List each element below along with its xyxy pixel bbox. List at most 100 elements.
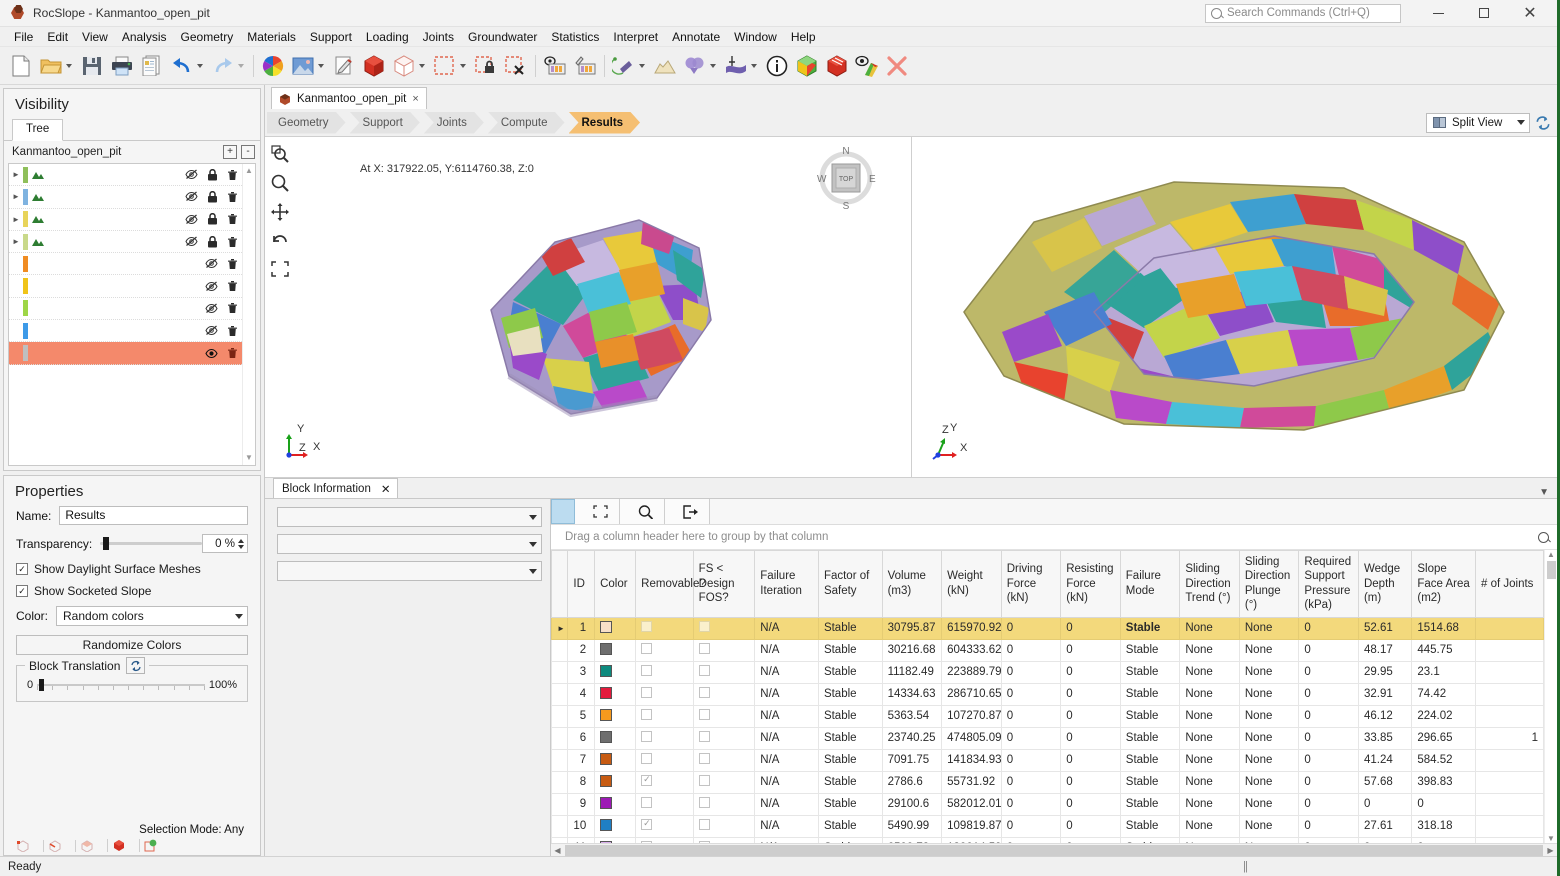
column-header[interactable]: FS < Design FOS? (693, 551, 755, 618)
row-indicator[interactable] (552, 705, 568, 727)
daylight-envelope-icon[interactable] (609, 50, 639, 82)
cell-removable-checkbox[interactable] (636, 727, 694, 749)
filter-select-visible-columns[interactable] (277, 507, 542, 527)
eye-hidden-icon[interactable] (185, 191, 198, 202)
open-file-icon[interactable] (36, 50, 66, 82)
scroll-down-icon[interactable]: ▼ (245, 451, 253, 465)
split-view-select[interactable]: Split View (1426, 113, 1530, 133)
table-row[interactable]: 8N/AStable2786.655731.9200StableNoneNone… (552, 771, 1544, 793)
pit-model-left[interactable] (265, 137, 911, 477)
viewport-left[interactable]: At X: 317922.05, Y:6114760.38, Z:0 TOP N… (265, 137, 912, 477)
visible-blocks-icon[interactable] (852, 50, 882, 82)
delete-icon[interactable] (227, 280, 238, 292)
cell-fs-design-checkbox[interactable] (693, 683, 755, 705)
column-header[interactable]: Volume (m3) (882, 551, 942, 618)
show-daylight-checkbox[interactable]: ✓ (16, 563, 28, 575)
cell-fs-design-checkbox[interactable] (693, 617, 755, 639)
delete-icon[interactable] (227, 213, 238, 225)
cell-fs-design-checkbox[interactable] (693, 727, 755, 749)
column-header[interactable]: Weight (kN) (942, 551, 1002, 618)
tree-item[interactable] (9, 253, 242, 275)
viewport-right[interactable]: Z Y X (912, 137, 1558, 477)
randomize-colors-button[interactable]: Randomize Colors (16, 635, 248, 655)
row-indicator[interactable] (552, 815, 568, 837)
cell-removable-checkbox[interactable] (636, 815, 694, 837)
row-indicator[interactable] (552, 683, 568, 705)
tree-item[interactable] (9, 342, 242, 364)
menu-file[interactable]: File (7, 27, 40, 47)
tree-item[interactable] (9, 320, 242, 342)
eye-visible-icon[interactable] (205, 348, 218, 359)
image-dropdown-icon[interactable] (318, 64, 324, 68)
refresh-icon[interactable] (126, 657, 145, 674)
checkbox-icon[interactable] (641, 775, 652, 786)
expand-arrow-icon[interactable]: ► (9, 170, 23, 179)
row-indicator[interactable] (552, 771, 568, 793)
row-indicator[interactable] (552, 639, 568, 661)
column-header[interactable]: Slope Face Area (m2) (1412, 551, 1476, 618)
checkbox-icon[interactable] (699, 731, 710, 742)
color-select[interactable]: Random colors (56, 606, 248, 626)
workflow-step-support[interactable]: Support (350, 112, 420, 134)
close-button[interactable]: ✕ (1507, 0, 1553, 27)
reset-view-icon[interactable] (1535, 115, 1551, 131)
joint-block-icon[interactable] (822, 50, 852, 82)
eye-hidden-icon[interactable] (205, 303, 218, 314)
expand-arrow-icon[interactable]: ► (9, 215, 23, 224)
select-region-icon[interactable] (430, 50, 460, 82)
menu-groundwater[interactable]: Groundwater (461, 27, 544, 47)
lock-icon[interactable] (207, 213, 218, 225)
column-header[interactable]: Failure Iteration (755, 551, 819, 618)
tree-view[interactable]: ►►►► ▲ ▼ (8, 163, 256, 466)
table-search-icon[interactable] (1538, 532, 1549, 543)
delete-icon[interactable] (227, 302, 238, 314)
support-dropdown-icon[interactable] (751, 64, 757, 68)
checkbox-icon[interactable] (641, 709, 652, 720)
image-icon[interactable] (288, 50, 318, 82)
menu-window[interactable]: Window (727, 27, 784, 47)
column-header[interactable]: Wedge Depth (m) (1358, 551, 1411, 618)
info-icon[interactable] (762, 50, 792, 82)
tab-block-information[interactable]: Block Information ✕ (273, 478, 398, 498)
tree-item[interactable] (9, 275, 242, 297)
transparency-value[interactable]: 0 % (202, 534, 248, 553)
tab-tree[interactable]: Tree (12, 119, 63, 141)
checkbox-icon[interactable] (699, 687, 710, 698)
workflow-step-compute[interactable]: Compute (488, 112, 565, 134)
checkbox-icon[interactable] (699, 753, 710, 764)
delete-icon[interactable] (227, 191, 238, 203)
checkbox-icon[interactable] (641, 621, 652, 632)
show-socketed-row[interactable]: ✓ Show Socketed Slope (4, 584, 260, 598)
table-row[interactable]: 2N/AStable30216.68604333.6200StableNoneN… (552, 639, 1544, 661)
support-install-icon[interactable] (721, 50, 751, 82)
results-grid[interactable]: IDColorRemovable?FS < Design FOS?Failure… (551, 550, 1557, 856)
show-joints-icon[interactable] (540, 50, 570, 82)
grid-horizontal-scrollbar[interactable]: ◀ ▶ (551, 843, 1557, 856)
column-header[interactable]: Factor of Safety (818, 551, 882, 618)
expand-arrow-icon[interactable]: ► (9, 237, 23, 246)
wireframe-block-icon[interactable] (389, 50, 419, 82)
menu-geometry[interactable]: Geometry (174, 27, 241, 47)
table-row[interactable]: 3N/AStable11182.49223889.7900StableNoneN… (552, 661, 1544, 683)
daylight-dropdown-icon[interactable] (639, 64, 645, 68)
cell-removable-checkbox[interactable] (636, 749, 694, 771)
open-file-dropdown-icon[interactable] (66, 64, 72, 68)
cell-fs-design-checkbox[interactable] (693, 661, 755, 683)
cell-removable-checkbox[interactable] (636, 617, 694, 639)
menu-joints[interactable]: Joints (416, 27, 461, 47)
checkbox-icon[interactable] (699, 775, 710, 786)
tree-scrollbar[interactable]: ▲ ▼ (242, 164, 255, 465)
eye-hidden-icon[interactable] (205, 325, 218, 336)
stereonet-icon[interactable] (680, 50, 710, 82)
name-field[interactable]: Results (59, 506, 248, 525)
checkbox-icon[interactable] (641, 643, 652, 654)
row-indicator[interactable]: ► (552, 617, 568, 639)
maximize-button[interactable] (1461, 0, 1507, 27)
column-header[interactable]: ID (568, 551, 595, 618)
table-row[interactable]: 9N/AStable29100.6582012.0100StableNoneNo… (552, 793, 1544, 815)
save-icon[interactable] (77, 50, 107, 82)
filter-select-edit-filters[interactable] (277, 534, 542, 554)
expand-all-button[interactable]: + (223, 145, 237, 159)
show-socketed-checkbox[interactable]: ✓ (16, 585, 28, 597)
workflow-step-results[interactable]: Results (569, 112, 641, 134)
